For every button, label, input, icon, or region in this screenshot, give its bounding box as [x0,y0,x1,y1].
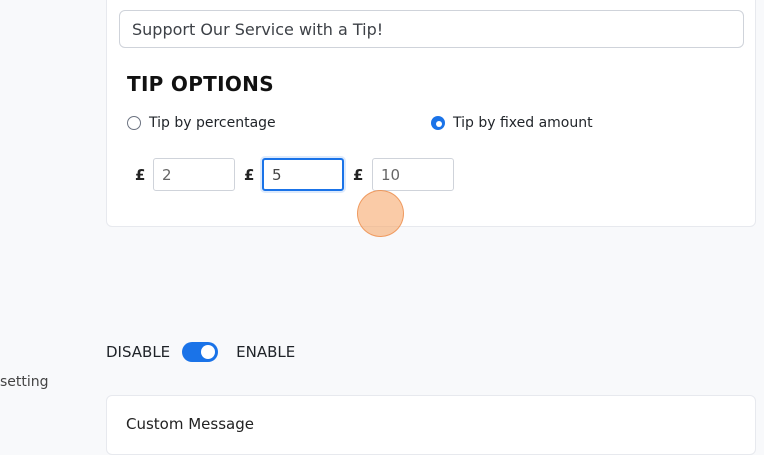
toggle-knob [201,345,216,359]
radio-label-percentage: Tip by percentage [149,115,276,131]
tip-amount-input-2[interactable] [262,158,344,191]
radio-checked-icon [431,116,445,130]
toggle-off-label: DISABLE [106,343,171,361]
custom-message-label: Custom Message [126,415,254,433]
radio-tip-by-fixed-amount[interactable]: Tip by fixed amount [431,115,593,131]
enable-toggle-switch[interactable] [182,342,219,362]
enable-toggle-row: DISABLE ENABLE [106,342,295,362]
radio-tip-by-percentage[interactable]: Tip by percentage [127,115,276,131]
toggle-on-label: ENABLE [236,343,296,361]
tip-amount-input-1[interactable] [153,158,235,191]
tip-title-input[interactable] [119,10,744,48]
tip-amount-input-3[interactable] [372,158,454,191]
currency-symbol: £ [135,166,146,184]
currency-symbol: £ [353,166,364,184]
currency-symbol: £ [244,166,255,184]
tip-options-heading: TIP OPTIONS [127,72,274,96]
radio-unchecked-icon [127,116,141,130]
radio-label-fixed-amount: Tip by fixed amount [453,115,593,131]
sidebar-setting-label[interactable]: setting [0,374,49,390]
